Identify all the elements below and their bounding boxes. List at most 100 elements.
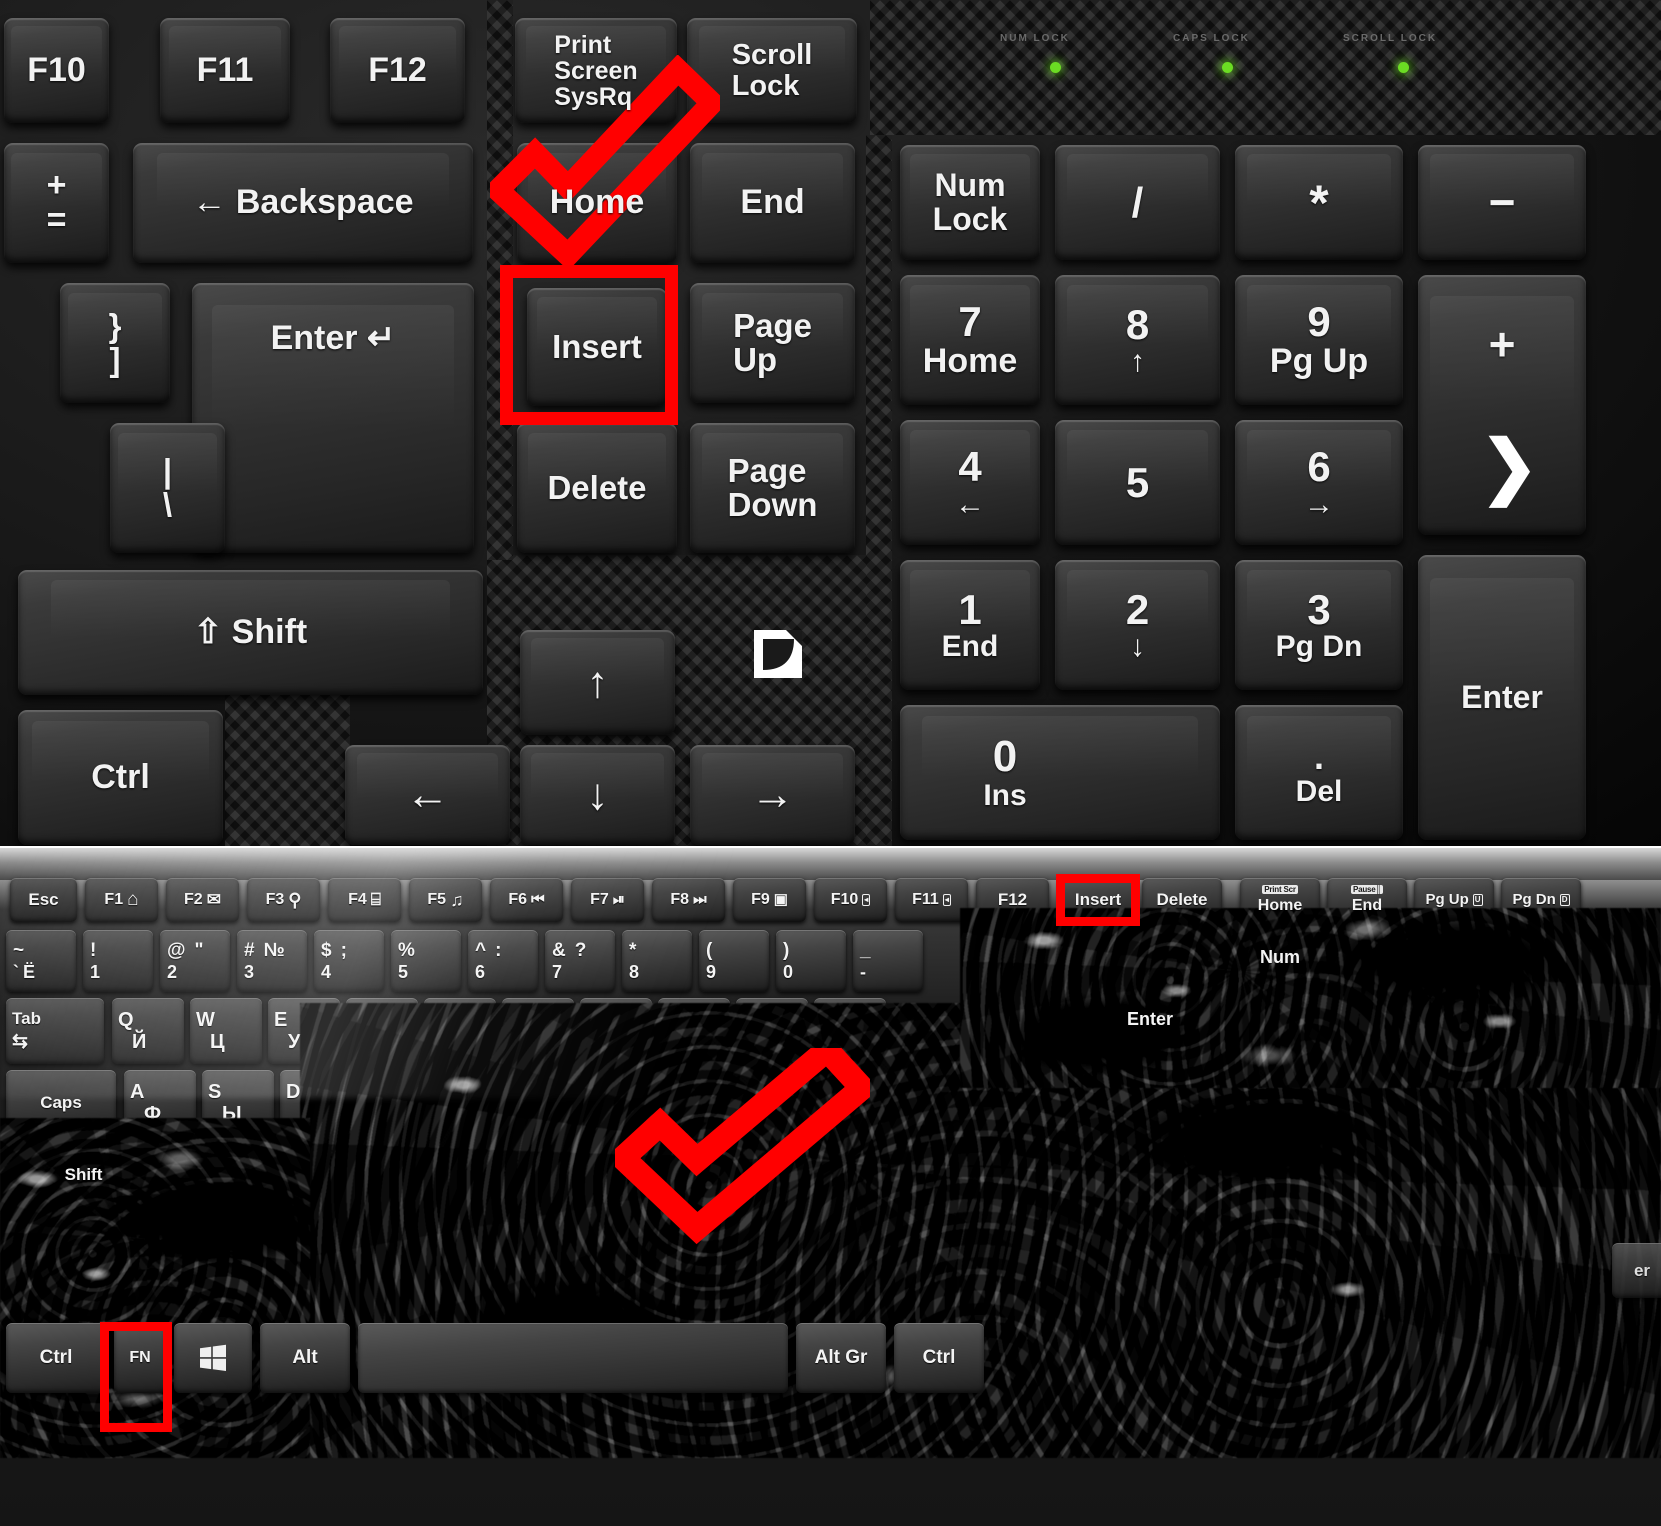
keyboard-texture-plate-top bbox=[870, 0, 1661, 135]
key-numpad-2[interactable]: 2 ↓ bbox=[1055, 560, 1220, 690]
key-arrow-right[interactable]: → bbox=[690, 745, 855, 845]
skey-page-up[interactable]: Pg Up U bbox=[1414, 878, 1494, 922]
skey-z[interactable]: Z Я bbox=[170, 1142, 242, 1208]
skey-0[interactable]: ) 0 bbox=[776, 930, 846, 992]
skey-minus[interactable]: _ - bbox=[853, 930, 923, 992]
key-numpad-divide[interactable]: / bbox=[1055, 145, 1220, 260]
boxed-u-icon: U bbox=[1472, 894, 1483, 906]
key-numpad-decimal[interactable]: . Del bbox=[1235, 705, 1403, 840]
skey-f7[interactable]: F7 ⏯ bbox=[571, 878, 644, 922]
skey-d[interactable]: D В bbox=[280, 1070, 352, 1136]
key-page-up[interactable]: Page Up bbox=[690, 283, 855, 403]
key-backspace[interactable]: ← Backspace bbox=[133, 143, 473, 263]
skey-8[interactable]: * 8 bbox=[622, 930, 692, 992]
skey-b[interactable]: B И bbox=[482, 1142, 554, 1208]
key-numpad-9[interactable]: 9 Pg Up bbox=[1235, 275, 1403, 405]
skey-6[interactable]: ^: 6 bbox=[468, 930, 538, 992]
skey-9[interactable]: ( 9 bbox=[699, 930, 769, 992]
key-f12[interactable]: F12 bbox=[330, 18, 465, 123]
skey-caps[interactable]: Caps bbox=[6, 1070, 116, 1136]
skey-7[interactable]: &? 7 bbox=[545, 930, 615, 992]
skey-space[interactable] bbox=[358, 1323, 788, 1393]
volume-up-icon: ◂ bbox=[942, 893, 951, 906]
skey-r[interactable]: R К bbox=[346, 998, 418, 1064]
skey-y[interactable]: Y Н bbox=[502, 998, 574, 1064]
key-delete[interactable]: Delete bbox=[517, 423, 677, 553]
skey-right-edge-partial[interactable]: er bbox=[1612, 1243, 1661, 1298]
skey-f3[interactable]: F3 ⚲ bbox=[247, 878, 320, 922]
key-numpad-3[interactable]: 3 Pg Dn bbox=[1235, 560, 1403, 690]
skey-f10[interactable]: F10 ◂ bbox=[814, 878, 887, 922]
key-right-bracket[interactable]: } ] bbox=[60, 283, 170, 403]
previous-track-icon: ⏮ bbox=[531, 891, 545, 909]
skey-f8[interactable]: F8 ⏭ bbox=[652, 878, 725, 922]
skey-s[interactable]: S Ы bbox=[202, 1070, 274, 1136]
key-numpad-1[interactable]: 1 End bbox=[900, 560, 1040, 690]
skey-2[interactable]: @ " 2 bbox=[160, 930, 230, 992]
skey-enter[interactable]: Enter bbox=[1085, 998, 1215, 1138]
skey-w[interactable]: W Ц bbox=[190, 998, 262, 1064]
skey-print-screen-home[interactable]: Print Scr Home bbox=[1240, 878, 1320, 922]
skey-f[interactable]: F А bbox=[358, 1070, 430, 1136]
skey-t[interactable]: T Е bbox=[424, 998, 496, 1064]
skey-esc[interactable]: Esc bbox=[10, 878, 77, 922]
skey-f5[interactable]: F5 ♫ bbox=[409, 878, 482, 922]
skey-a[interactable]: A Ф bbox=[124, 1070, 196, 1136]
defender-logo bbox=[752, 628, 804, 680]
key-backslash[interactable]: | \ bbox=[110, 423, 225, 553]
skey-f12[interactable]: F12 bbox=[976, 878, 1049, 922]
key-enter[interactable]: Enter ↵ bbox=[192, 283, 474, 553]
skey-h[interactable]: H Р bbox=[514, 1070, 586, 1136]
skey-x[interactable]: X Ч bbox=[248, 1142, 320, 1208]
skey-tilde-yo[interactable]: ~ ` Ё bbox=[6, 930, 76, 992]
skey-shift-left[interactable]: Shift bbox=[6, 1142, 161, 1208]
key-equals-plus[interactable]: + = bbox=[4, 143, 109, 263]
skey-ctrl-right[interactable]: Ctrl bbox=[894, 1323, 984, 1393]
skey-num[interactable]: Num bbox=[1240, 930, 1320, 985]
skey-q[interactable]: Q Й bbox=[112, 998, 184, 1064]
skey-alt-gr[interactable]: Alt Gr bbox=[796, 1323, 886, 1393]
skey-alt-left[interactable]: Alt bbox=[260, 1323, 350, 1393]
key-num-lock[interactable]: Num Lock bbox=[900, 145, 1040, 260]
key-f11[interactable]: F11 bbox=[160, 18, 290, 123]
skey-g[interactable]: G П bbox=[436, 1070, 508, 1136]
skey-3[interactable]: # № 3 bbox=[237, 930, 307, 992]
skey-delete[interactable]: Delete bbox=[1142, 878, 1222, 922]
skey-4[interactable]: $; 4 bbox=[314, 930, 384, 992]
key-page-down[interactable]: Page Down bbox=[690, 423, 855, 553]
skey-e[interactable]: E У bbox=[268, 998, 340, 1064]
key-arrow-left[interactable]: ← bbox=[345, 745, 510, 845]
key-numpad-enter[interactable]: Enter bbox=[1418, 555, 1586, 840]
key-arrow-up[interactable]: ↑ bbox=[520, 630, 675, 735]
calculator-icon: ⌸ bbox=[370, 890, 381, 910]
key-f10[interactable]: F10 bbox=[4, 18, 109, 123]
skey-5[interactable]: % 5 bbox=[391, 930, 461, 992]
skey-f1[interactable]: F1 ⌂ bbox=[85, 878, 158, 922]
key-shift-right[interactable]: ⇧ Shift bbox=[18, 570, 483, 695]
skey-f9[interactable]: F9 ▣ bbox=[733, 878, 806, 922]
key-numpad-7[interactable]: 7 Home bbox=[900, 275, 1040, 405]
skey-page-down[interactable]: Pg Dn D bbox=[1501, 878, 1581, 922]
key-numpad-5[interactable]: 5 bbox=[1055, 420, 1220, 545]
key-numpad-8[interactable]: 8 ↑ bbox=[1055, 275, 1220, 405]
key-numpad-4[interactable]: 4 ← bbox=[900, 420, 1040, 545]
skey-f11[interactable]: F11 ◂ bbox=[895, 878, 968, 922]
key-numpad-0[interactable]: 0 Ins bbox=[900, 705, 1220, 840]
key-ctrl-right[interactable]: Ctrl bbox=[18, 710, 223, 845]
skey-tab[interactable]: Tab ⇆ bbox=[6, 998, 104, 1064]
skey-f4[interactable]: F4 ⌸ bbox=[328, 878, 401, 922]
boxed-d-icon: D bbox=[1559, 894, 1570, 906]
key-arrow-down[interactable]: ↓ bbox=[520, 745, 675, 845]
key-numpad-minus[interactable]: − bbox=[1418, 145, 1586, 260]
skey-c[interactable]: C С bbox=[326, 1142, 398, 1208]
skey-v[interactable]: V М bbox=[404, 1142, 476, 1208]
skey-windows[interactable] bbox=[174, 1323, 252, 1393]
skey-pause-end[interactable]: Pause║ End bbox=[1327, 878, 1407, 922]
skey-f2[interactable]: F2 ✉ bbox=[166, 878, 239, 922]
key-numpad-6[interactable]: 6 → bbox=[1235, 420, 1403, 545]
skey-equals[interactable]: + = bbox=[1000, 930, 1070, 992]
skey-1[interactable]: ! 1 bbox=[83, 930, 153, 992]
skey-ctrl-left[interactable]: Ctrl bbox=[6, 1323, 106, 1393]
key-numpad-multiply[interactable]: * bbox=[1235, 145, 1403, 260]
skey-f6[interactable]: F6 ⏮ bbox=[490, 878, 563, 922]
